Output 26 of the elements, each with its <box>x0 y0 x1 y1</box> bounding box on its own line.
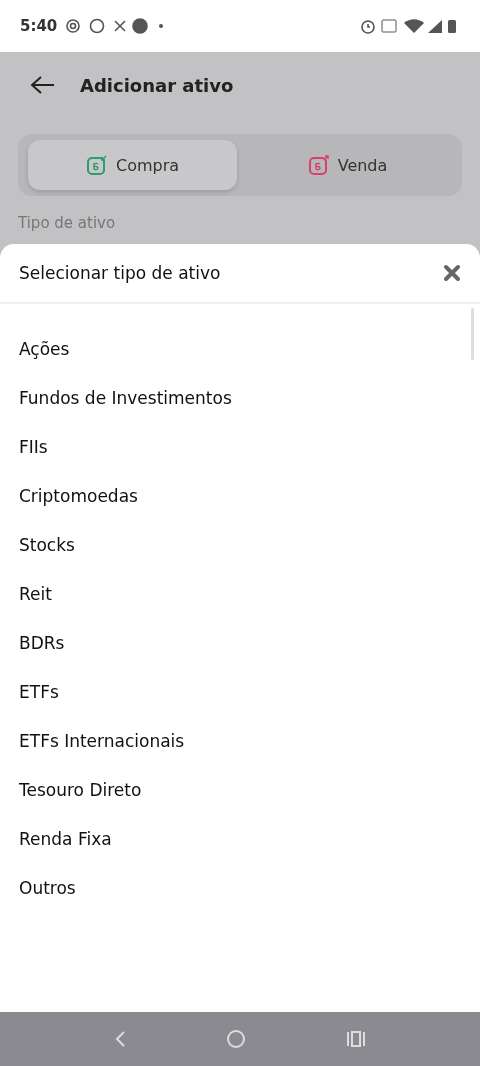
home-nav-icon[interactable] <box>226 1029 246 1049</box>
list-item[interactable]: FIIs <box>0 422 480 471</box>
list-item[interactable]: Reit <box>0 569 480 618</box>
list-item[interactable]: Renda Fixa <box>0 814 480 863</box>
back-button[interactable] <box>30 75 56 95</box>
list-item[interactable]: Outros <box>0 863 480 912</box>
back-nav-icon[interactable] <box>114 1029 126 1049</box>
scrollbar <box>471 308 474 360</box>
list-item[interactable]: Ações <box>0 324 480 373</box>
list-item[interactable]: BDRs <box>0 618 480 667</box>
money-icon <box>307 154 330 176</box>
recents-nav-icon[interactable] <box>346 1030 366 1048</box>
sheet-title: Selecionar tipo de ativo <box>19 263 221 283</box>
money-icon <box>85 154 108 176</box>
close-button[interactable] <box>443 264 461 282</box>
list-item[interactable]: ETFs <box>0 667 480 716</box>
list-item[interactable]: ETFs Internacionais <box>0 716 480 765</box>
page-title: Adicionar ativo <box>80 74 234 96</box>
field-label: Tipo de ativo <box>18 214 117 232</box>
list-item[interactable]: Criptomoedas <box>0 471 480 520</box>
list-item[interactable]: Fundos de Investimentos <box>0 373 480 422</box>
list-item[interactable]: Stocks <box>0 520 480 569</box>
list-item[interactable]: Tesouro Direto <box>0 765 480 814</box>
tab[interactable]: Compra <box>28 140 237 190</box>
status-time: 5:40 <box>20 17 58 35</box>
tab[interactable]: Venda <box>243 140 452 190</box>
